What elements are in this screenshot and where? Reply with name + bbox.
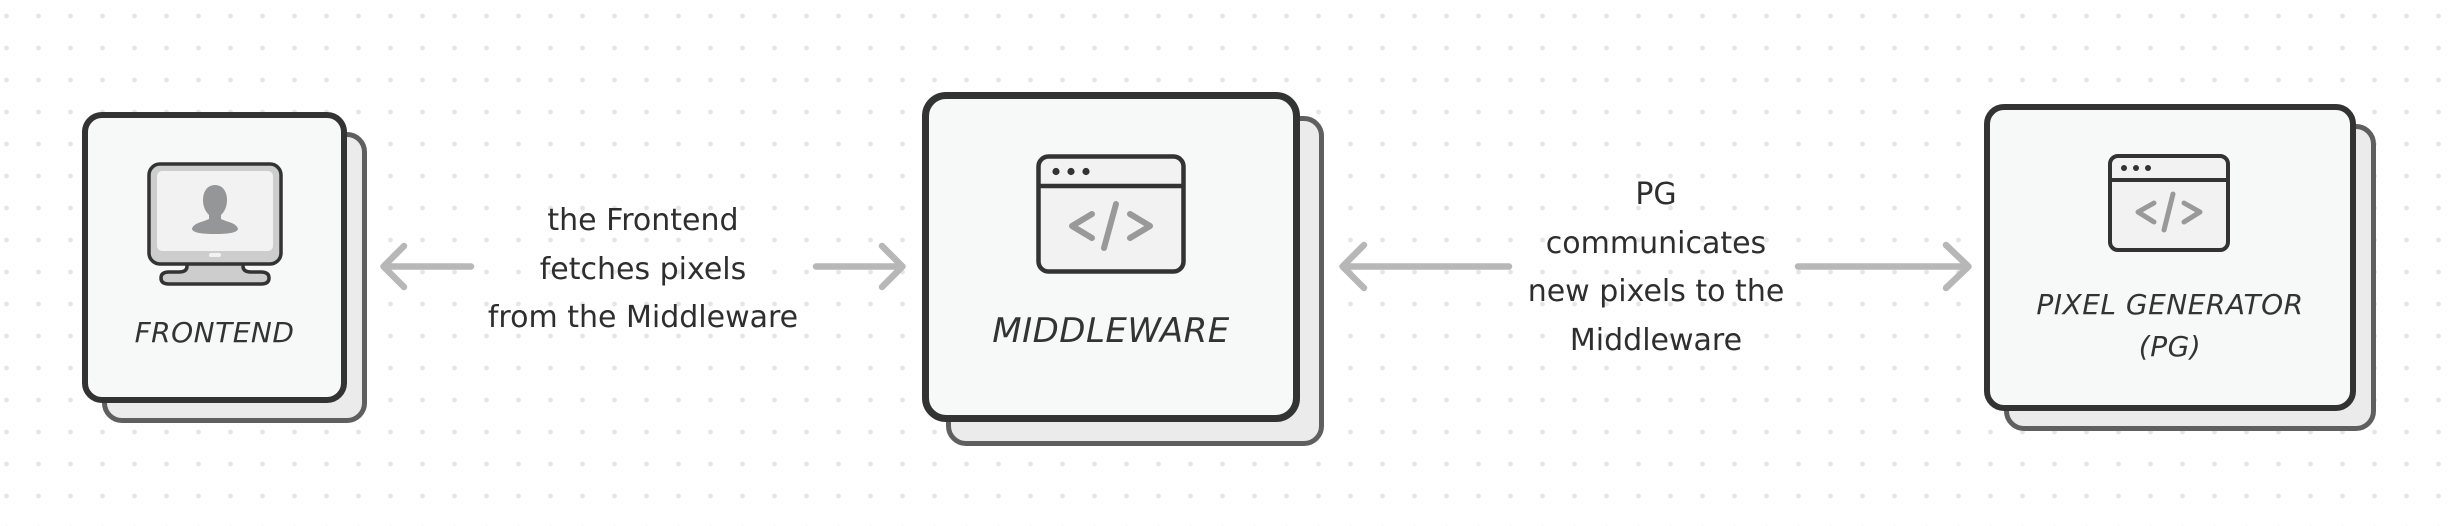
browser-code-icon [2108,154,2230,252]
browser-code-icon [1036,154,1186,274]
arrow-to-frontend [380,242,475,291]
node-pixel-generator[interactable]: PIXEL GENERATOR (PG) [1984,104,2376,431]
frontend-label: FRONTEND [134,316,295,349]
node-frontend[interactable]: FRONTEND [82,112,367,423]
arrow-to-middleware [812,242,906,291]
arrow-to-middleware-from-pg [1339,241,1513,292]
frontend-card[interactable]: FRONTEND [82,112,347,403]
middleware-card[interactable]: MIDDLEWARE [922,92,1300,422]
pixel-generator-label: PIXEL GENERATOR (PG) [2036,288,2304,363]
middleware-label: MIDDLEWARE [992,311,1230,351]
edge-label-middleware-pg: PG communicates new pixels to the Middle… [1527,177,1785,358]
monitor-user-icon [147,162,283,286]
pixel-generator-card[interactable]: PIXEL GENERATOR (PG) [1984,104,2356,411]
node-middleware[interactable]: MIDDLEWARE [922,92,1324,446]
arrow-to-pixel-generator [1794,241,1972,292]
edge-label-frontend-middleware: the Frontend fetches pixels from the Mid… [487,203,799,335]
